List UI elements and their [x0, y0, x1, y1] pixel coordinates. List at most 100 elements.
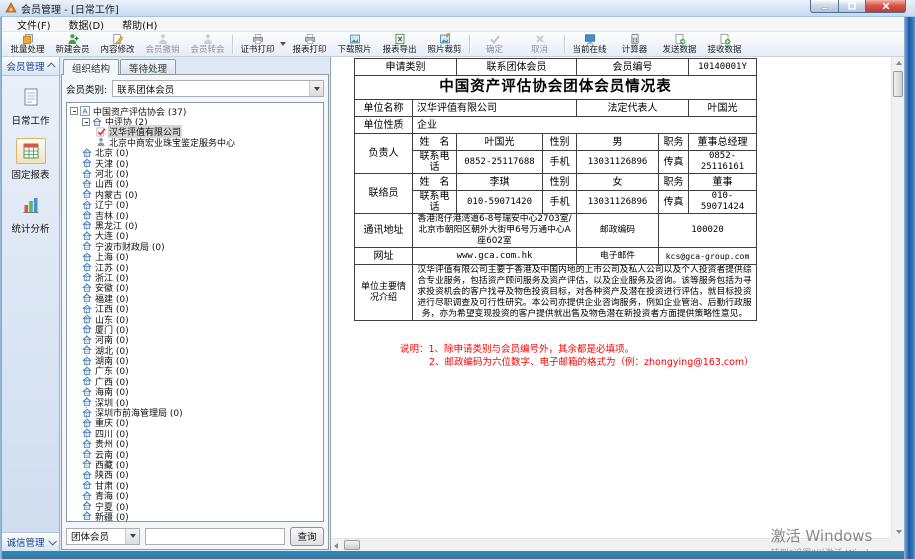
x-icon [534, 33, 546, 45]
horizontal-scroll-thumb[interactable] [344, 540, 360, 550]
search-button[interactable]: 查询 [290, 527, 324, 546]
principal-duty: 董事总经理 [689, 134, 757, 151]
online-button[interactable]: 当前在线 [567, 32, 612, 56]
contact-row-2: 联系电话 010-59071420 手机 13031126896 传真 010-… [355, 191, 757, 214]
daily-work-icon [21, 87, 41, 107]
menu-file[interactable]: 文件(F) [8, 17, 60, 32]
member-no-label: 会员编号 [577, 59, 689, 76]
send-data-button[interactable]: 发送数据 [657, 32, 702, 56]
email-value: kcs@gca-group.com [659, 248, 757, 265]
confirm-button: 确定 [472, 32, 517, 56]
category-label: 会员类别: [66, 82, 107, 96]
house-icon [82, 169, 92, 179]
intro-label: 单位主要情况介绍 [355, 265, 413, 321]
toolbar-separator [564, 35, 565, 54]
tab-pending[interactable]: 等待处理 [120, 59, 176, 74]
tree-item-province[interactable]: 新疆 (0) [70, 511, 323, 521]
form-area: 申请类别 联系团体会员 会员编号 10140001Y 中国资产评估协会团体会员情… [331, 57, 891, 538]
address-row: 通讯地址 香港湾仔港湾道6-8号瑞安中心2703室/北京市朝阳区朝外大街甲6号万… [355, 214, 757, 248]
member-checked-icon [96, 127, 106, 137]
check-icon [489, 33, 501, 45]
house-icon [82, 439, 92, 449]
house-icon [82, 189, 92, 199]
member-form-table: 申请类别 联系团体会员 会员编号 10140001Y 中国资产评估协会团体会员情… [354, 58, 757, 321]
toolbar-separator [232, 35, 233, 54]
website-label: 网址 [355, 248, 413, 265]
principal-label: 负责人 [355, 134, 413, 174]
house-icon [82, 314, 92, 324]
unit-nature-value: 企业 [413, 117, 757, 134]
calculator-icon [629, 33, 641, 45]
member-transfer-icon [202, 33, 214, 45]
menu-data[interactable]: 数据(D) [60, 17, 114, 32]
report-print-button[interactable]: 报表打印 [287, 32, 332, 56]
horizontal-scrollbar[interactable] [331, 538, 891, 551]
house-icon [82, 241, 92, 251]
app-window: 会员管理 - [日常工作] 文件(F) 数据(D) 帮助(H) 批量处理 新建会… [0, 0, 915, 559]
sidebar-group-member-mgmt[interactable]: 会员管理 [2, 57, 59, 76]
toolbar-separator [469, 35, 470, 54]
note-line-1: 说明：1、除申请类别与会员编号外，其余都是必填项。 [400, 343, 891, 356]
download-photo-button[interactable]: 下载照片 [332, 32, 377, 56]
receive-data-button[interactable]: 接收数据 [702, 32, 747, 56]
report-export-icon [394, 33, 406, 45]
new-member-button[interactable]: 新建会员 [50, 32, 95, 56]
edit-content-button[interactable]: 内容修改 [95, 32, 140, 56]
house-icon [82, 449, 92, 459]
app-icon [5, 2, 17, 14]
org-panel: 组织结构 等待处理 会员类别: 联系团体会员 A 中国资产评估协会 (37) [60, 57, 331, 551]
intro-row: 单位主要情况介绍 汉华评值有限公司主要于香港及中国内地的上市公司及私人公司以及个… [355, 265, 757, 321]
house-icon [82, 293, 92, 303]
chevron-down-icon [125, 529, 139, 544]
photo-crop-button[interactable]: 照片裁剪 [422, 32, 467, 56]
collapse-icon[interactable] [82, 118, 90, 126]
close-button[interactable] [866, 0, 906, 13]
principal-gender: 男 [577, 134, 659, 151]
contact-label: 联络员 [355, 174, 413, 214]
cert-print-dropdown[interactable] [280, 42, 287, 46]
house-icon [82, 262, 92, 272]
house-icon [82, 408, 92, 418]
house-icon [82, 304, 92, 314]
photo-crop-icon [439, 33, 451, 45]
cert-print-button[interactable]: 证书打印 [235, 32, 280, 56]
batch-process-button[interactable]: 批量处理 [5, 32, 50, 56]
search-type-select[interactable]: 团体会员 [66, 528, 140, 545]
window-border-bottom [0, 551, 915, 559]
legal-rep-value: 叶国光 [689, 100, 757, 117]
cancel-button: 取消 [517, 32, 562, 56]
vertical-scrollbar[interactable] [891, 57, 904, 538]
sidebar-group-integrity-mgmt[interactable]: 诚信管理 [2, 532, 59, 551]
tab-org-structure[interactable]: 组织结构 [63, 59, 119, 75]
house-icon [82, 418, 92, 428]
download-photo-icon [349, 33, 361, 45]
unit-name-row: 单位名称 汉华评值有限公司 法定代表人 叶国光 [355, 100, 757, 117]
contact-name: 李琪 [457, 174, 543, 191]
house-icon [82, 459, 92, 469]
window-controls [810, 0, 906, 13]
maximize-button[interactable] [839, 0, 866, 13]
address-value: 香港湾仔港湾道6-8号瑞安中心2703室/北京市朝阳区朝外大街甲6号万通中心A座… [413, 214, 577, 248]
sidebar-item-daily-work[interactable]: 日常工作 [2, 76, 59, 130]
chevron-down-icon [309, 81, 323, 96]
vertical-scroll-thumb[interactable] [893, 71, 903, 97]
member-category-select[interactable]: 联系团体会员 [112, 80, 324, 97]
menu-help[interactable]: 帮助(H) [113, 17, 166, 32]
send-data-icon [674, 33, 686, 45]
sidebar-item-statistics[interactable]: 统计分析 [2, 184, 59, 238]
batch-icon [22, 33, 34, 45]
collapse-icon[interactable] [70, 107, 78, 115]
member-transfer-button: 会员转会 [185, 32, 230, 56]
apply-type-label: 申请类别 [355, 59, 457, 76]
contact-duty: 董事 [689, 174, 757, 191]
minimize-button[interactable] [810, 0, 839, 13]
house-icon [82, 231, 92, 241]
intro-value: 汉华评值有限公司主要于香港及中国内地的上市公司及私人公司以及个人投资者提供综合专… [413, 265, 757, 321]
zip-value: 100020 [659, 214, 757, 248]
svg-text:A: A [83, 107, 88, 116]
search-input[interactable] [145, 528, 285, 545]
house-icon [82, 345, 92, 355]
report-export-button[interactable]: 报表导出 [377, 32, 422, 56]
calculator-button[interactable]: 计算器 [612, 32, 657, 56]
sidebar-item-fixed-reports[interactable]: 固定报表 [2, 130, 59, 184]
